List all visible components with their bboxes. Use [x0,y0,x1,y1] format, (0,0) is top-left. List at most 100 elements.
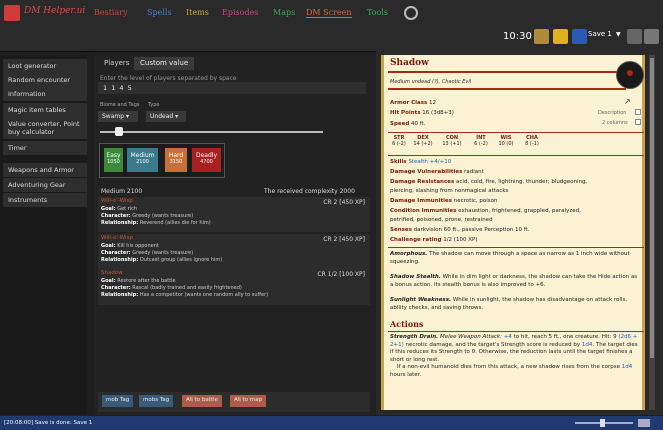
encounter-slider-handle[interactable] [115,127,123,136]
entry-character: Character: Rascal (badly trained and eas… [101,285,242,291]
gear-icon[interactable] [644,29,659,44]
all-to-map-button[interactable]: All to map [230,395,267,407]
skills-value[interactable]: Stealth +4/+10 [408,159,451,165]
armor-class-value: 12 [429,100,437,106]
status-bar-button[interactable] [638,419,650,427]
ability-cha: CHA 8 (-1) [521,135,543,147]
pencil-icon[interactable] [627,29,642,44]
columns-checkbox[interactable] [635,119,641,125]
difficulty-hard-label: Hard [168,152,184,159]
attack-roll-link[interactable]: +4 [504,334,512,340]
encounter-slider-track[interactable] [100,131,323,133]
statblock-scrollbar-thumb[interactable] [650,58,654,358]
stats-divider [388,132,644,133]
entry-character-value: Greedy (wants treasure) [132,250,194,256]
type-select[interactable]: Undead ▾ [146,111,186,122]
damage-resistances-cont: piercing, slashing from nonmagical attac… [390,188,508,194]
entry-title[interactable]: Will-o'-Wisp [101,235,133,241]
description-label: Description [598,110,627,116]
subtitle-divider [388,88,626,90]
difficulty-hard[interactable]: Hard 3150 [165,148,187,172]
entry-cr: CR 1/2 [100 XP] [317,271,365,278]
entry-relationship: Relationship: Has a competitor (wants on… [101,292,268,298]
menu-maps[interactable]: Maps [273,8,295,17]
nav-value-converter[interactable]: Value converter, Point buy calculator [3,117,87,139]
encounter-entry[interactable]: Will-o'-Wisp CR 2 [450 XP] Goal: Get ric… [98,197,370,232]
entry-relationship: Relationship: Outcast group (allies igno… [101,257,222,263]
encounter-entry[interactable]: Shadow CR 1/2 [100 XP] Goal: Restore aft… [98,269,370,305]
menu-bestiary[interactable]: Bestiary [94,8,128,17]
save-slot-select[interactable]: Save 1 [588,30,612,38]
action-name: Strength Drain. [390,334,439,340]
tab-players[interactable]: Players [98,57,135,70]
menu-dm-screen[interactable]: DM Screen [306,8,352,18]
damage-immunities: Damage Immunities necrotic, poison [390,198,498,204]
dice-icon[interactable] [553,29,568,44]
action-strength-drain: Strength Drain. Melee Weapon Attack: +4 … [390,334,642,379]
menu-tools[interactable]: Tools [367,8,388,17]
menu-spells[interactable]: Spells [147,8,172,17]
difficulty-deadly-label: Deadly [195,152,217,159]
ability-dex: DEX 14 (+2) [412,135,434,147]
biome-select[interactable]: Swamp ▾ [98,111,138,122]
share-icon[interactable]: ↗ [624,97,631,106]
armor-class-key: Armor Class [390,100,428,106]
reduction-roll-link[interactable]: 1d4 [582,342,593,348]
nav-information[interactable]: Information [3,87,87,101]
difficulty-easy[interactable]: Easy 1050 [104,148,123,172]
mobs-tag-button[interactable]: mobs Tag [139,395,174,407]
difficulty-medium[interactable]: Medium 2100 [127,148,158,172]
entry-character-key: Character: [101,213,131,219]
chevron-down-icon: ▾ [125,113,129,120]
description-checkbox[interactable] [635,109,641,115]
mob-tag-button[interactable]: mob Tag [102,395,134,407]
senses-key: Senses [390,227,412,233]
nav-random-encounter[interactable]: Random encounter [3,73,87,87]
nav-instruments[interactable]: Instruments [3,193,87,207]
immunities-key: Damage Immunities [390,198,453,204]
speed-value: 40 ft. [411,121,426,127]
ability-wis: WIS 10 (0) [495,135,517,147]
levels-input[interactable]: 1 1 4 5 [98,82,366,94]
entry-goal-value: Kill his opponent [117,243,159,249]
ability-str: STR 6 (-2) [388,135,410,147]
levels-label: Enter the level of players separated by … [100,75,237,82]
all-to-battle-button[interactable]: All to battle [182,395,222,407]
chat-icon[interactable] [572,29,587,44]
encounter-entry[interactable]: Will-o'-Wisp CR 2 [450 XP] Goal: Kill hi… [98,234,370,269]
difficulty-deadly[interactable]: Deadly 4700 [192,148,221,172]
wand-icon[interactable] [534,29,549,44]
entry-relationship: Relationship: Reverend (allies die for h… [101,220,211,226]
nav-loot-generator[interactable]: Loot generator [3,59,87,73]
nav-adventuring-gear[interactable]: Adventuring Gear [3,178,87,192]
columns-label: 2 columns [602,120,628,126]
speed-key: Speed [390,121,410,127]
rise-roll-link[interactable]: 1d4 [622,364,633,370]
entry-relationship-value: Has a competitor (wants one random ally … [139,292,269,298]
hit-points: Hit Points 16 (3d8+3) [390,110,454,116]
zoom-slider-handle[interactable] [600,419,605,427]
tab-custom-value[interactable]: Custom value [134,57,195,70]
trait-name: Shadow Stealth. [390,274,441,280]
monster-portrait[interactable] [616,61,644,89]
abilities-divider [388,155,644,156]
status-text: [20:08:00] Save is done: Save 1 [4,420,93,426]
entry-goal: Goal: Kill his opponent [101,243,159,249]
action-text: necrotic damage, and the target's Streng… [405,341,581,348]
nav-timer[interactable]: Timer [3,141,87,155]
damage-resistances: Damage Resistances acid, cold, fire, lig… [390,179,587,185]
entry-title[interactable]: Shadow [101,270,123,276]
ability-value: 10 (0) [498,141,514,147]
nav-magic-item-tables[interactable]: Magic item tables [3,103,87,117]
type-value: Undead [150,113,174,120]
menu-episodes[interactable]: Episodes [222,8,258,17]
compass-icon[interactable] [404,6,418,20]
nav-weapons-armor[interactable]: Weapons and Armor [3,163,87,177]
menu-items[interactable]: Items [186,8,209,17]
ability-value: 14 (+2) [413,141,433,147]
clock-time: 10:30 [503,31,532,42]
chevron-down-icon[interactable]: ▼ [616,31,621,38]
entry-title[interactable]: Will-o'-Wisp [101,198,133,204]
resistances-key: Damage Resistances [390,179,455,185]
ability-value: 8 (-1) [525,141,539,147]
